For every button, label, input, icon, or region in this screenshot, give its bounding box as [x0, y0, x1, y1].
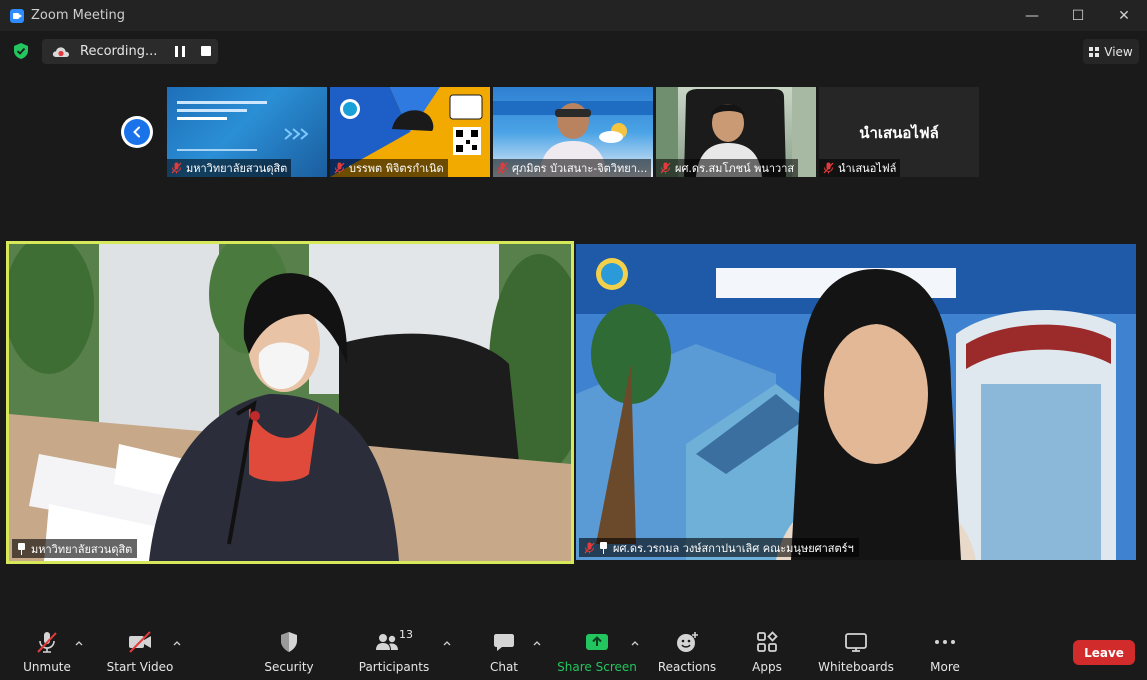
thumbnail-label: ศุภมิตร บัวเสนาะ-จิตวิทยา...	[493, 159, 652, 177]
participants-icon	[376, 634, 398, 650]
chat-label: Chat	[489, 660, 519, 674]
start-video-label: Start Video	[106, 660, 174, 674]
video-label: ผศ.ดร.วรกมล วงษ์สกาปนาเลิศ คณะมนุษยศาสตร…	[579, 538, 859, 557]
participant-thumbnail[interactable]: ผศ.ดร.สมโภชน์ พนาวาส	[656, 87, 816, 177]
window-title: Zoom Meeting	[31, 8, 126, 23]
video-off-icon	[129, 631, 151, 653]
view-label: View	[1104, 44, 1133, 59]
participant-name: ผศ.ดร.สมโภชน์ พนาวาส	[675, 162, 795, 175]
participant-name: นำเสนอไฟล์	[838, 162, 897, 175]
unmute-button[interactable]: Unmute	[18, 620, 76, 680]
security-label: Security	[264, 660, 314, 674]
maximize-button[interactable]: ☐	[1055, 0, 1101, 31]
muted-mic-icon	[334, 162, 345, 174]
participant-video-tile[interactable]: ผศ.ดร.วรกมล วงษ์สกาปนาเลิศ คณะมนุษยศาสตร…	[576, 244, 1136, 560]
thumbnail-label: ผศ.ดร.สมโภชน์ พนาวาส	[656, 159, 799, 177]
thumbnail-label: นำเสนอไฟล์	[819, 159, 901, 177]
apps-label: Apps	[752, 660, 782, 674]
chevron-up-icon[interactable]	[442, 638, 452, 648]
mic-off-icon	[37, 632, 57, 653]
pause-recording-button[interactable]	[175, 46, 185, 57]
cloud-record-icon	[52, 46, 70, 57]
chat-button[interactable]: Chat	[484, 620, 524, 680]
participant-name: ศุภมิตร บัวเสนาะ-จิตวิทยา...	[512, 162, 648, 175]
chevron-up-icon[interactable]	[74, 638, 84, 648]
participants-count: 13	[399, 628, 413, 641]
muted-mic-icon	[584, 542, 595, 553]
participant-thumbnail[interactable]: บรรพต พิจิตรกำเนิด	[330, 87, 490, 177]
video-label: มหาวิทยาลัยสวนดุสิต	[12, 539, 138, 558]
muted-mic-icon	[660, 162, 671, 174]
reactions-button[interactable]: Reactions	[657, 620, 717, 680]
spotlight-pin-icon	[17, 542, 26, 555]
stop-recording-button[interactable]	[201, 46, 211, 56]
apps-icon	[757, 631, 778, 652]
chat-icon	[494, 634, 514, 651]
security-button[interactable]: Security	[260, 620, 318, 680]
minimize-button[interactable]: —	[1009, 0, 1055, 31]
leave-button[interactable]: Leave	[1073, 640, 1135, 665]
chevron-left-icon	[133, 126, 140, 138]
muted-mic-icon	[497, 162, 508, 174]
apps-button[interactable]: Apps	[747, 620, 787, 680]
participant-name: มหาวิทยาลัยสวนดุสิต	[186, 162, 288, 175]
close-button[interactable]: ✕	[1101, 0, 1147, 31]
share-screen-label: Share Screen	[557, 660, 637, 674]
title-bar: Zoom Meeting — ☐ ✕	[0, 0, 1147, 31]
participant-video	[576, 244, 1136, 560]
participant-thumbnail[interactable]: ศุภมิตร บัวเสนาะ-จิตวิทยา...	[493, 87, 653, 177]
thumbnail-label: บรรพต พิจิตรกำเนิด	[330, 159, 448, 177]
participants-label: Participants	[358, 660, 430, 674]
share-screen-icon	[586, 634, 608, 650]
more-label: More	[930, 660, 960, 674]
window-controls: — ☐ ✕	[1009, 0, 1147, 31]
participant-thumbnail[interactable]: มหาวิทยาลัยสวนดุสิต	[167, 87, 327, 177]
participant-name: ผศ.ดร.วรกมล วงษ์สกาปนาเลิศ คณะมนุษยศาสตร…	[613, 541, 854, 555]
share-screen-button[interactable]: Share Screen	[557, 620, 637, 680]
chevron-up-icon[interactable]	[172, 638, 182, 648]
more-button[interactable]: More	[926, 620, 964, 680]
chevron-up-icon[interactable]	[630, 638, 640, 648]
reactions-icon	[677, 632, 698, 652]
view-button[interactable]: View	[1083, 39, 1139, 64]
recording-label: Recording...	[80, 44, 158, 59]
muted-mic-icon	[823, 162, 834, 174]
participants-button[interactable]: 13 Participants	[358, 620, 430, 680]
grid-icon	[1089, 46, 1100, 57]
shield-icon[interactable]	[12, 42, 30, 60]
more-dots-icon	[935, 640, 955, 644]
zoom-app-icon	[10, 8, 24, 23]
whiteboard-icon	[845, 633, 867, 652]
whiteboards-button[interactable]: Whiteboards	[818, 620, 894, 680]
reactions-label: Reactions	[657, 660, 717, 674]
previous-page-button[interactable]	[121, 116, 153, 148]
muted-mic-icon	[171, 162, 182, 174]
shield-icon	[281, 632, 297, 652]
participant-video	[9, 244, 571, 561]
meeting-toolbar: Unmute Start Video Security 13 Participa…	[0, 620, 1147, 680]
thumbnail-label: มหาวิทยาลัยสวนดุสิต	[167, 159, 292, 177]
active-speaker-video[interactable]: มหาวิทยาลัยสวนดุสิต	[6, 241, 574, 564]
participant-name: บรรพต พิจิตรกำเนิด	[349, 162, 444, 175]
start-video-button[interactable]: Start Video	[106, 620, 174, 680]
participant-thumbnail[interactable]: นำเสนอไฟล์ นำเสนอไฟล์	[819, 87, 979, 177]
whiteboards-label: Whiteboards	[818, 660, 894, 674]
chevron-up-icon[interactable]	[532, 638, 542, 648]
participant-name: มหาวิทยาลัยสวนดุสิต	[31, 542, 133, 556]
spotlight-pin-icon	[599, 541, 608, 554]
unmute-label: Unmute	[23, 660, 71, 674]
participant-tile-name: นำเสนอไฟล์	[859, 124, 939, 142]
recording-indicator: Recording...	[42, 39, 218, 64]
